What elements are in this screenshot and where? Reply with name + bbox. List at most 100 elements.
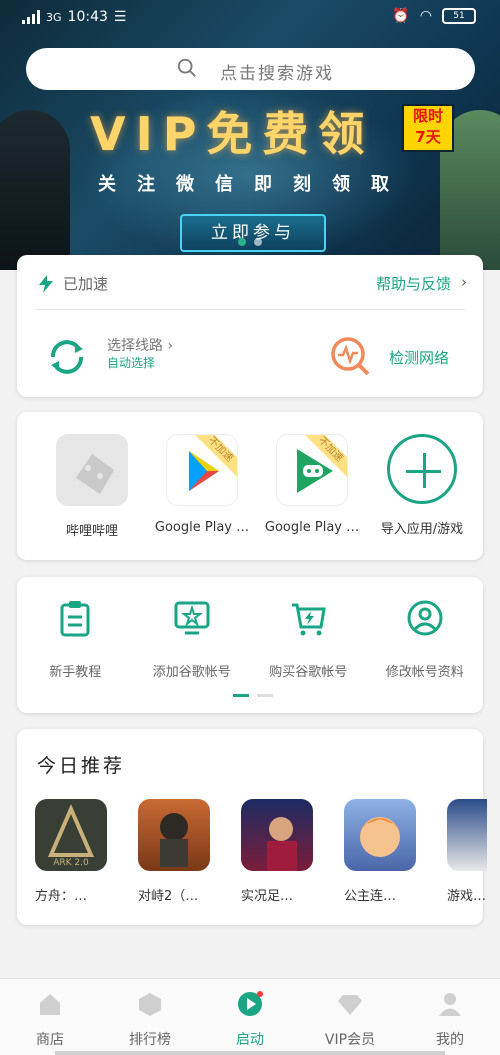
recommend-title: 今日推荐 <box>37 755 126 777</box>
app-item-google-play[interactable]: 不加速 Google Play … <box>147 434 257 539</box>
android-icon <box>56 434 128 506</box>
status-bar: 3G 10:43 ☰ ⏰ ◠ 51 <box>0 0 500 36</box>
search-placeholder: 点击搜索游戏 <box>220 64 334 84</box>
nav-launch[interactable]: 启动 <box>200 991 300 1049</box>
recommend-game[interactable]: ARK 2.0 方舟：… <box>35 799 107 904</box>
banner-subtitle: 关注微信即刻领取 <box>98 174 410 195</box>
tool-label: 新手教程 <box>49 665 102 680</box>
user-circle-icon <box>407 600 443 636</box>
tool-buy-google-account[interactable]: 购买谷歌帐号 <box>253 599 363 680</box>
cart-bolt-icon <box>292 603 327 636</box>
tools-card: 新手教程 添加谷歌帐号 购买谷歌帐号 修改帐号资料 <box>17 577 483 713</box>
app-name: Google Play … <box>264 520 360 535</box>
divider <box>35 309 465 310</box>
import-app-button[interactable]: 导入应用/游戏 <box>367 434 477 539</box>
plus-icon <box>387 434 457 504</box>
game-icon-ark: ARK 2.0 <box>35 799 107 871</box>
pager-dot <box>257 694 273 697</box>
pager-dot-active <box>238 238 246 246</box>
nav-label: 我的 <box>436 1032 464 1048</box>
search-bar[interactable]: 点击搜索游戏 <box>26 48 475 90</box>
nav-ranking[interactable]: 排行榜 <box>100 991 200 1049</box>
help-feedback-link[interactable]: 帮助与反馈 › <box>376 273 467 294</box>
pager-dot <box>254 238 262 246</box>
svg-text:ARK 2.0: ARK 2.0 <box>53 858 89 868</box>
storage-icon: ☰ <box>113 9 127 25</box>
wifi-icon: ◠ <box>419 8 432 24</box>
signal-icon <box>22 10 40 24</box>
help-feedback-label: 帮助与反馈 <box>375 275 451 293</box>
search-icon <box>177 58 196 77</box>
app-name: 哔哩哔哩 <box>65 524 118 539</box>
nav-label: VIP会员 <box>324 1032 376 1048</box>
nav-label: 启动 <box>236 1032 264 1048</box>
game-name: 方舟：… <box>35 889 88 904</box>
game-name: 对峙2（… <box>138 889 199 904</box>
acceleration-card: 已加速 帮助与反馈 › 选择线路 › 自动选择 检测网络 <box>17 255 483 397</box>
nav-label: 排行榜 <box>129 1032 171 1048</box>
badge-line-1: 限时 <box>412 107 443 125</box>
game-icon-standoff <box>138 799 210 871</box>
clipboard-icon <box>60 601 90 637</box>
monitor-star-icon <box>174 601 210 635</box>
app-name: Google Play … <box>154 520 250 535</box>
tool-label: 购买谷歌帐号 <box>269 665 348 680</box>
tool-add-google-account[interactable]: 添加谷歌帐号 <box>137 599 247 680</box>
app-name: 导入应用/游戏 <box>380 522 464 537</box>
nav-label: 商店 <box>36 1032 64 1048</box>
google-play-icon: 不加速 <box>166 434 238 506</box>
accel-status: 已加速 <box>39 273 108 294</box>
badge-line-2: 7天 <box>415 128 441 146</box>
home-indicator <box>55 1051 445 1055</box>
tool-label: 修改帐号资料 <box>385 665 464 680</box>
chevron-right-icon: › <box>167 338 174 354</box>
game-icon-princess-connect <box>344 799 416 871</box>
recommend-game[interactable]: 实况足… <box>241 799 313 904</box>
nav-mine[interactable]: 我的 <box>400 991 500 1049</box>
banner-title: VIP免费领 <box>90 107 375 161</box>
tool-label: 添加谷歌帐号 <box>152 665 231 680</box>
recommend-game[interactable]: 公主连… <box>344 799 416 904</box>
app-item-google-play-games[interactable]: 不加速 Google Play … <box>257 434 367 539</box>
app-item-bilibili[interactable]: 哔哩哔哩 <box>37 434 147 539</box>
join-button[interactable]: 立即参与 <box>180 214 326 252</box>
profile-icon <box>439 993 461 1016</box>
game-name: 游戏… <box>447 889 487 904</box>
bottom-nav: 商店 排行榜 启动 VIP会员 我的 <box>0 978 500 1055</box>
recommend-card: 今日推荐 ARK 2.0 方舟：… 对峙2（… 实况足… 公主连… 游戏… <box>17 729 487 925</box>
accel-status-text: 已加速 <box>63 275 109 293</box>
bolt-icon <box>39 274 53 293</box>
nav-vip[interactable]: VIP会员 <box>300 991 400 1049</box>
limited-badge: 限时 7天 <box>402 104 454 152</box>
select-route-label: 选择线路 <box>107 338 163 354</box>
tool-tutorial[interactable]: 新手教程 <box>20 599 130 680</box>
network-check-label[interactable]: 检测网络 <box>389 347 449 368</box>
launch-icon <box>238 991 263 1016</box>
tool-edit-account[interactable]: 修改帐号资料 <box>370 599 480 680</box>
store-icon <box>40 994 60 1015</box>
select-route[interactable]: 选择线路 › <box>107 335 173 355</box>
status-time: 10:43 <box>67 9 108 25</box>
ranking-icon <box>139 993 161 1016</box>
apps-card: 哔哩哔哩 不加速 Google Play … 不加速 Google Play …… <box>17 412 483 560</box>
vip-banner[interactable]: 3G 10:43 ☰ ⏰ ◠ 51 点击搜索游戏 VIP免费领 限时 7天 关注… <box>0 0 500 270</box>
alarm-icon: ⏰ <box>392 8 410 24</box>
battery-icon: 51 <box>442 8 476 24</box>
game-name: 公主连… <box>344 889 397 904</box>
game-name: 实况足… <box>241 889 294 904</box>
nav-store[interactable]: 商店 <box>0 991 100 1049</box>
auto-select-label: 自动选择 <box>107 356 156 370</box>
game-icon-kof <box>447 799 487 871</box>
refresh-route-icon[interactable] <box>45 335 89 379</box>
pager-dot-active <box>233 694 249 697</box>
banner-pager <box>238 238 262 246</box>
diamond-icon <box>338 995 362 1015</box>
network-type: 3G <box>46 10 62 24</box>
recommend-game[interactable]: 游戏… <box>447 799 487 904</box>
banner-character-left <box>0 110 70 270</box>
recommend-game[interactable]: 对峙2（… <box>138 799 210 904</box>
chevron-right-icon: › <box>461 273 467 291</box>
game-icon-efootball <box>241 799 313 871</box>
network-check-icon[interactable] <box>329 335 371 377</box>
google-play-games-icon: 不加速 <box>276 434 348 506</box>
